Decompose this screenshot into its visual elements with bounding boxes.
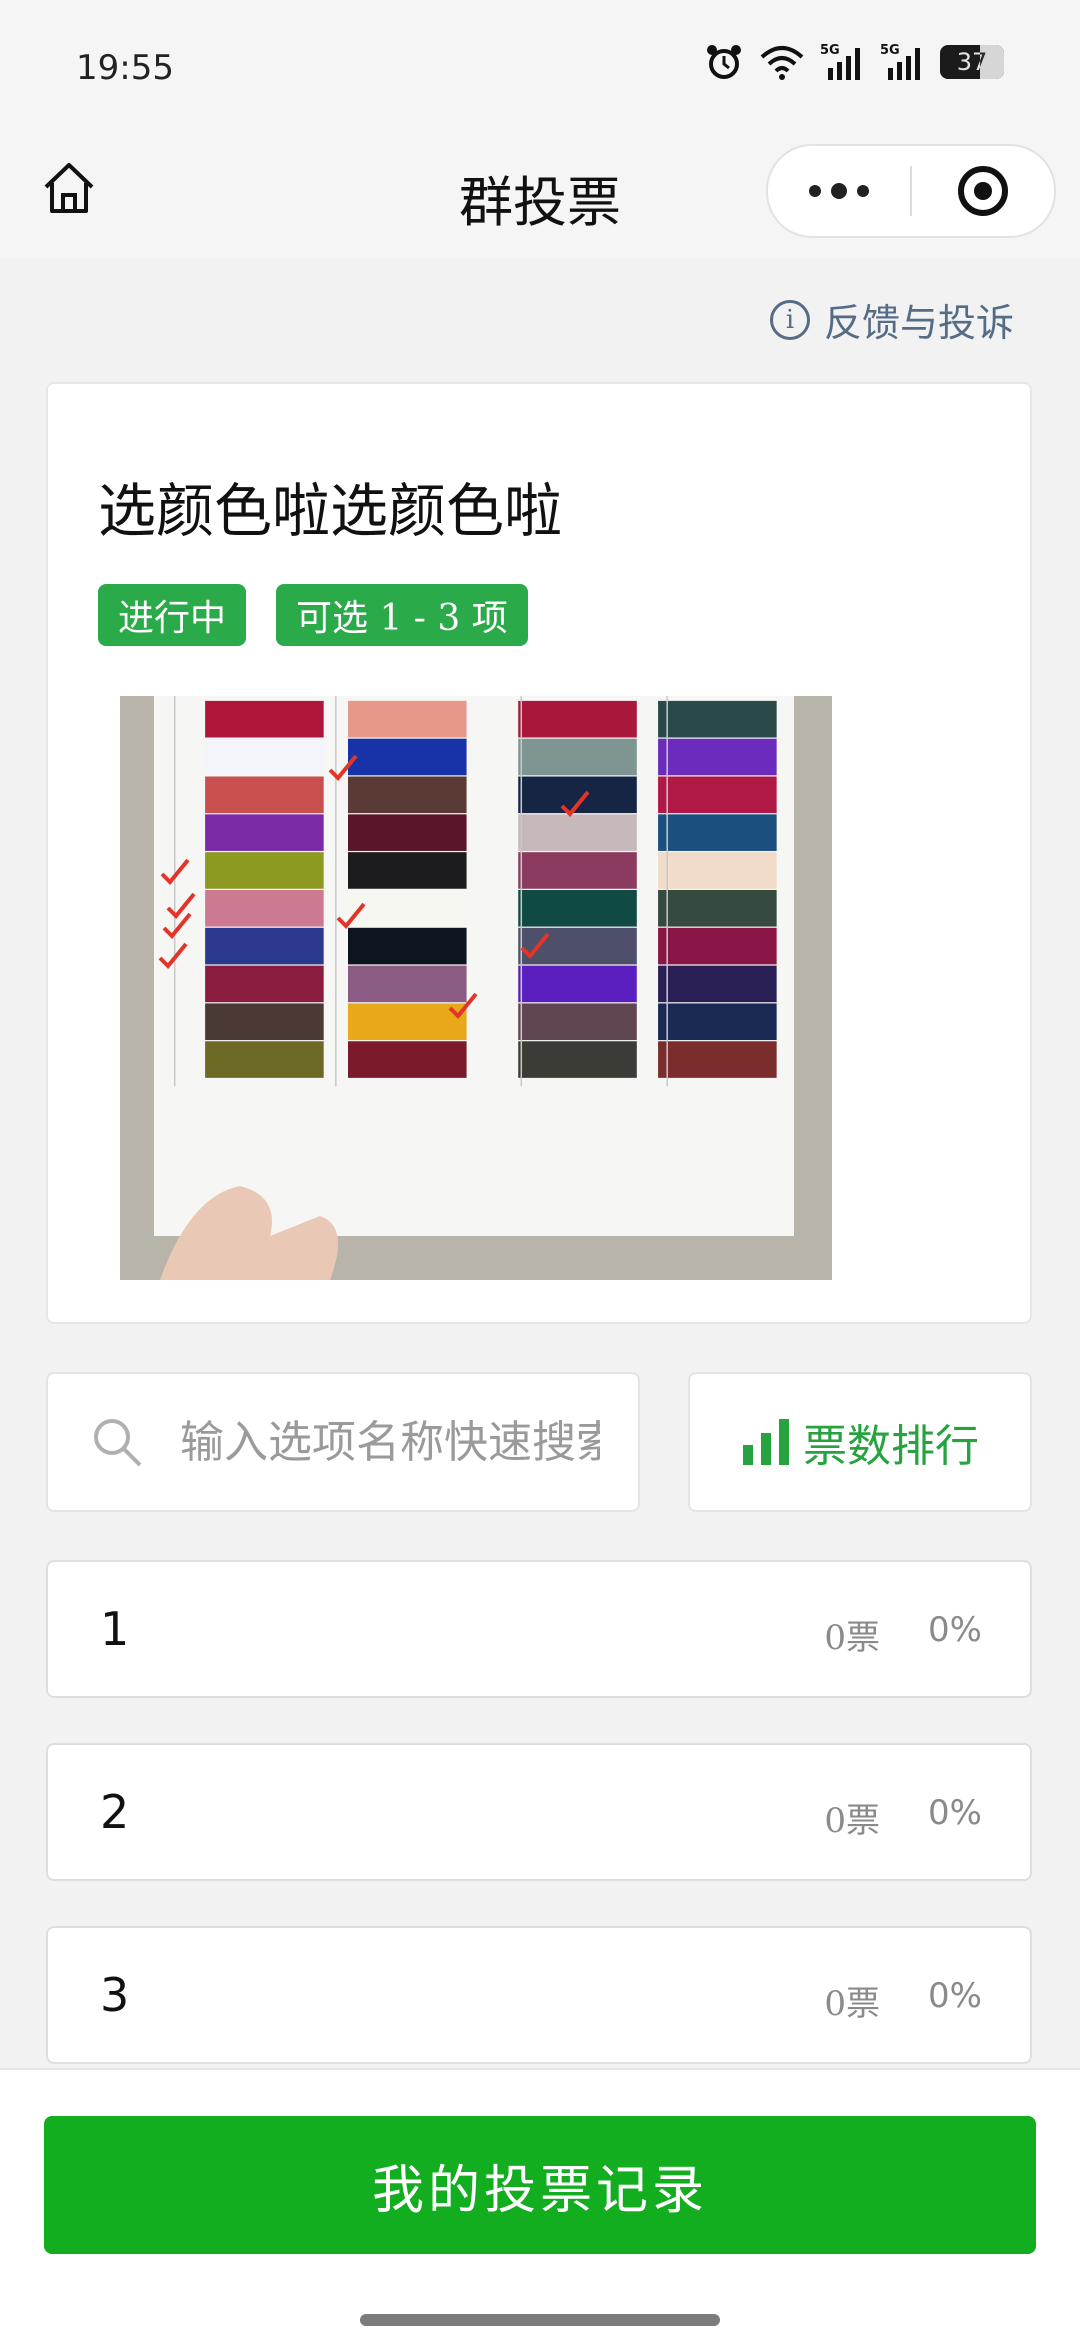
target-icon <box>958 166 1008 216</box>
fabric-swatch-photo <box>120 696 832 1280</box>
option-percent: 0% <box>928 1793 982 1833</box>
option-percent: 0% <box>928 1610 982 1650</box>
status-time: 19:55 <box>76 48 174 88</box>
poll-image[interactable] <box>120 696 832 1280</box>
vote-ranking-label: 票数排行 <box>803 1421 979 1472</box>
battery-level: 37 <box>956 48 988 76</box>
status-badge: 进行中 <box>98 584 247 646</box>
feedback-link[interactable]: i 反馈与投诉 <box>769 292 1014 347</box>
search-icon <box>94 1419 142 1467</box>
status-icons: 5G 5G 37 <box>704 42 1004 82</box>
option-votes: 0票 <box>824 1618 880 1658</box>
battery-icon: 37 <box>940 45 1004 79</box>
bottom-bar: 我的投票记录 <box>0 2068 1080 2344</box>
signal-5g-icon-2: 5G <box>880 43 920 80</box>
status-bar: 19:55 5G 5G 37 <box>0 0 1080 140</box>
wifi-icon <box>760 46 804 80</box>
option-name: 2 <box>100 1785 130 1839</box>
option-name: 3 <box>100 1968 130 2022</box>
info-icon: i <box>769 299 810 340</box>
option-item[interactable]: 3 0票 0% <box>46 1926 1032 2064</box>
nav-bar: 群投票 <box>0 140 1080 258</box>
bar-chart-icon <box>743 1419 789 1465</box>
choice-limit-badge: 可选 1 - 3 项 <box>276 584 528 646</box>
option-item[interactable]: 1 0票 0% <box>46 1560 1032 1698</box>
search-input[interactable] <box>178 1415 602 1469</box>
my-vote-record-button[interactable]: 我的投票记录 <box>44 2116 1036 2254</box>
option-item[interactable]: 2 0票 0% <box>46 1743 1032 1881</box>
search-box[interactable] <box>46 1372 640 1512</box>
feedback-label: 反馈与投诉 <box>823 301 1014 345</box>
more-icon <box>809 185 821 197</box>
option-percent: 0% <box>928 1976 982 2016</box>
mini-program-capsule <box>766 144 1056 238</box>
more-button[interactable] <box>768 146 910 236</box>
poll-card: 选颜色啦选颜色啦 进行中 可选 1 - 3 项 <box>46 382 1032 1324</box>
signal-5g-icon: 5G <box>820 43 860 80</box>
poll-tags: 进行中 可选 1 - 3 项 <box>98 584 528 646</box>
poll-title: 选颜色啦选颜色啦 <box>98 477 563 545</box>
close-program-button[interactable] <box>912 163 1054 219</box>
vote-ranking-button[interactable]: 票数排行 <box>688 1372 1032 1512</box>
home-indicator[interactable] <box>360 2314 720 2326</box>
option-votes: 0票 <box>824 1801 880 1841</box>
option-votes: 0票 <box>824 1984 880 2024</box>
alarm-icon <box>707 45 741 79</box>
svg-text:5G: 5G <box>820 43 840 58</box>
svg-text:5G: 5G <box>880 43 900 58</box>
option-name: 1 <box>100 1602 130 1656</box>
